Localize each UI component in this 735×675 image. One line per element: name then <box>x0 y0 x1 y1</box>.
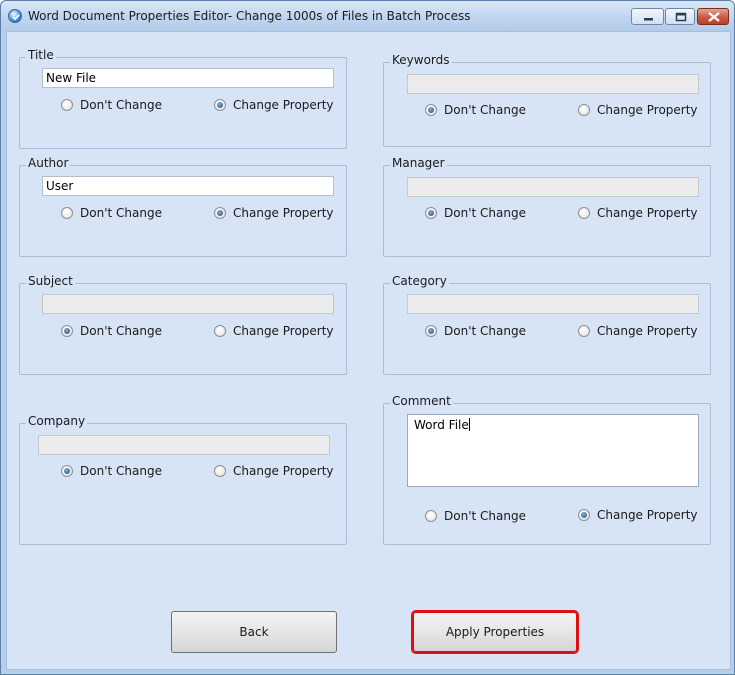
radio-label: Don't Change <box>444 103 526 117</box>
app-window: Word Document Properties Editor- Change … <box>0 0 735 675</box>
subject-dont-change-radio[interactable]: Don't Change <box>61 323 162 339</box>
window-title: Word Document Properties Editor- Change … <box>28 9 471 23</box>
title-dont-change-radio[interactable]: Don't Change <box>61 97 162 113</box>
radio-label: Don't Change <box>80 206 162 220</box>
comment-label: Comment <box>390 394 453 408</box>
radio-label: Don't Change <box>444 206 526 220</box>
back-button[interactable]: Back <box>171 611 337 653</box>
category-input[interactable] <box>407 294 699 314</box>
radio-on-icon <box>425 325 437 337</box>
radio-off-icon <box>578 104 590 116</box>
radio-on-icon <box>425 207 437 219</box>
author-change-property-radio[interactable]: Change Property <box>214 205 334 221</box>
minimize-icon <box>644 18 653 21</box>
radio-on-icon <box>214 207 226 219</box>
radio-label: Don't Change <box>444 509 526 523</box>
manager-label: Manager <box>390 156 447 170</box>
comment-textarea[interactable]: Word File <box>407 414 699 487</box>
company-input[interactable] <box>38 435 330 455</box>
company-dont-change-radio[interactable]: Don't Change <box>61 463 162 479</box>
radio-label: Don't Change <box>80 98 162 112</box>
title-input[interactable]: New File <box>42 68 334 88</box>
keywords-dont-change-radio[interactable]: Don't Change <box>425 102 526 118</box>
radio-label: Don't Change <box>444 324 526 338</box>
radio-label: Change Property <box>597 206 698 220</box>
radio-label: Change Property <box>597 324 698 338</box>
radio-off-icon <box>214 465 226 477</box>
title-change-property-radio[interactable]: Change Property <box>214 97 334 113</box>
comment-dont-change-radio[interactable]: Don't Change <box>425 508 526 524</box>
subject-input[interactable] <box>42 294 334 314</box>
author-label: Author <box>26 156 71 170</box>
app-icon <box>8 9 22 23</box>
comment-change-property-radio[interactable]: Change Property <box>578 507 698 523</box>
maximize-button[interactable] <box>665 8 695 25</box>
restore-icon <box>675 12 687 22</box>
manager-dont-change-radio[interactable]: Don't Change <box>425 205 526 221</box>
category-label: Category <box>390 274 449 288</box>
radio-label: Change Property <box>233 206 334 220</box>
close-icon <box>708 12 720 22</box>
keywords-input[interactable] <box>407 74 699 94</box>
radio-label: Don't Change <box>80 464 162 478</box>
author-dont-change-radio[interactable]: Don't Change <box>61 205 162 221</box>
radio-on-icon <box>214 99 226 111</box>
radio-off-icon <box>425 510 437 522</box>
category-dont-change-radio[interactable]: Don't Change <box>425 323 526 339</box>
company-change-property-radio[interactable]: Change Property <box>214 463 334 479</box>
radio-off-icon <box>61 99 73 111</box>
radio-label: Change Property <box>233 324 334 338</box>
radio-off-icon <box>578 325 590 337</box>
radio-off-icon <box>214 325 226 337</box>
main-panel: Title New File Don't Change Change Prope… <box>6 31 731 670</box>
apply-properties-button[interactable]: Apply Properties <box>411 610 579 654</box>
title-label: Title <box>26 48 56 62</box>
comment-text: Word File <box>414 418 469 432</box>
subject-change-property-radio[interactable]: Change Property <box>214 323 334 339</box>
author-input[interactable]: User <box>42 176 334 196</box>
radio-on-icon <box>425 104 437 116</box>
text-caret <box>468 418 470 431</box>
radio-on-icon <box>61 325 73 337</box>
company-label: Company <box>26 414 88 428</box>
radio-label: Change Property <box>233 98 334 112</box>
close-button[interactable] <box>697 8 729 25</box>
radio-off-icon <box>61 207 73 219</box>
manager-input[interactable] <box>407 177 699 197</box>
radio-on-icon <box>578 509 590 521</box>
category-change-property-radio[interactable]: Change Property <box>578 323 698 339</box>
minimize-button[interactable] <box>631 8 664 25</box>
radio-label: Don't Change <box>80 324 162 338</box>
keywords-label: Keywords <box>390 53 452 67</box>
title-bar[interactable]: Word Document Properties Editor- Change … <box>1 1 734 31</box>
radio-label: Change Property <box>597 103 698 117</box>
radio-on-icon <box>61 465 73 477</box>
keywords-change-property-radio[interactable]: Change Property <box>578 102 698 118</box>
radio-label: Change Property <box>597 508 698 522</box>
radio-label: Change Property <box>233 464 334 478</box>
radio-off-icon <box>578 207 590 219</box>
manager-change-property-radio[interactable]: Change Property <box>578 205 698 221</box>
subject-label: Subject <box>26 274 75 288</box>
